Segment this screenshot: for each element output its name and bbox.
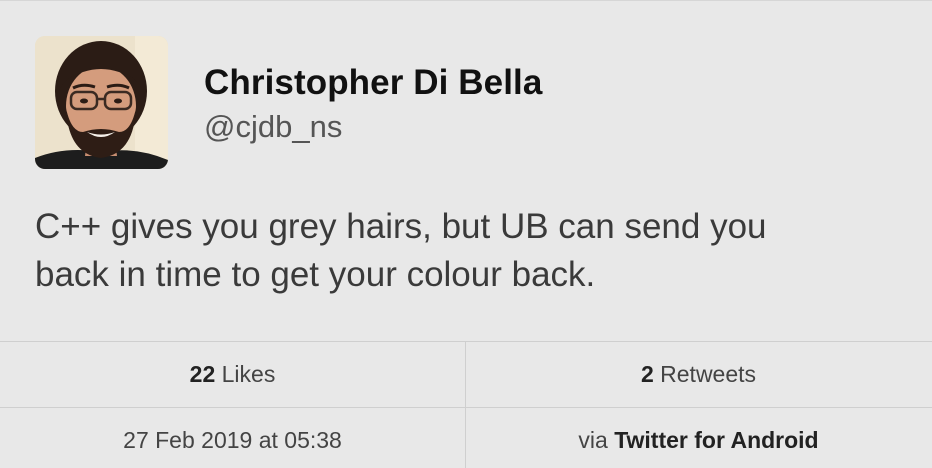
profile-photo-icon: [35, 36, 168, 169]
retweets-stat[interactable]: 2 Retweets: [466, 361, 931, 388]
divider: [0, 407, 932, 408]
tweet-source[interactable]: via Twitter for Android: [466, 427, 931, 454]
via-label: via: [578, 427, 608, 453]
tweet-timestamp[interactable]: 27 Feb 2019 at 05:38: [0, 427, 465, 454]
likes-label: Likes: [221, 361, 276, 387]
timestamp-text: 27 Feb 2019 at 05:38: [123, 427, 342, 453]
tweet-text: C++ gives you grey hairs, but UB can sen…: [35, 203, 895, 299]
likes-stat[interactable]: 22 Likes: [0, 361, 465, 388]
author-display-name[interactable]: Christopher Di Bella: [204, 63, 542, 103]
likes-count: 22: [189, 361, 216, 387]
tweet-card: Christopher Di Bella @cjdb_ns C++ gives …: [0, 0, 932, 468]
tweet-text-line: C++ gives you grey hairs, but UB can sen…: [35, 207, 767, 246]
source-app-name: Twitter for Android: [614, 427, 819, 453]
author-handle[interactable]: @cjdb_ns: [204, 109, 342, 145]
retweets-label: Retweets: [660, 361, 757, 387]
tweet-text-line: back in time to get your colour back.: [35, 255, 596, 294]
author-avatar[interactable]: [35, 36, 168, 169]
retweets-count: 2: [640, 361, 654, 387]
divider: [0, 341, 932, 342]
